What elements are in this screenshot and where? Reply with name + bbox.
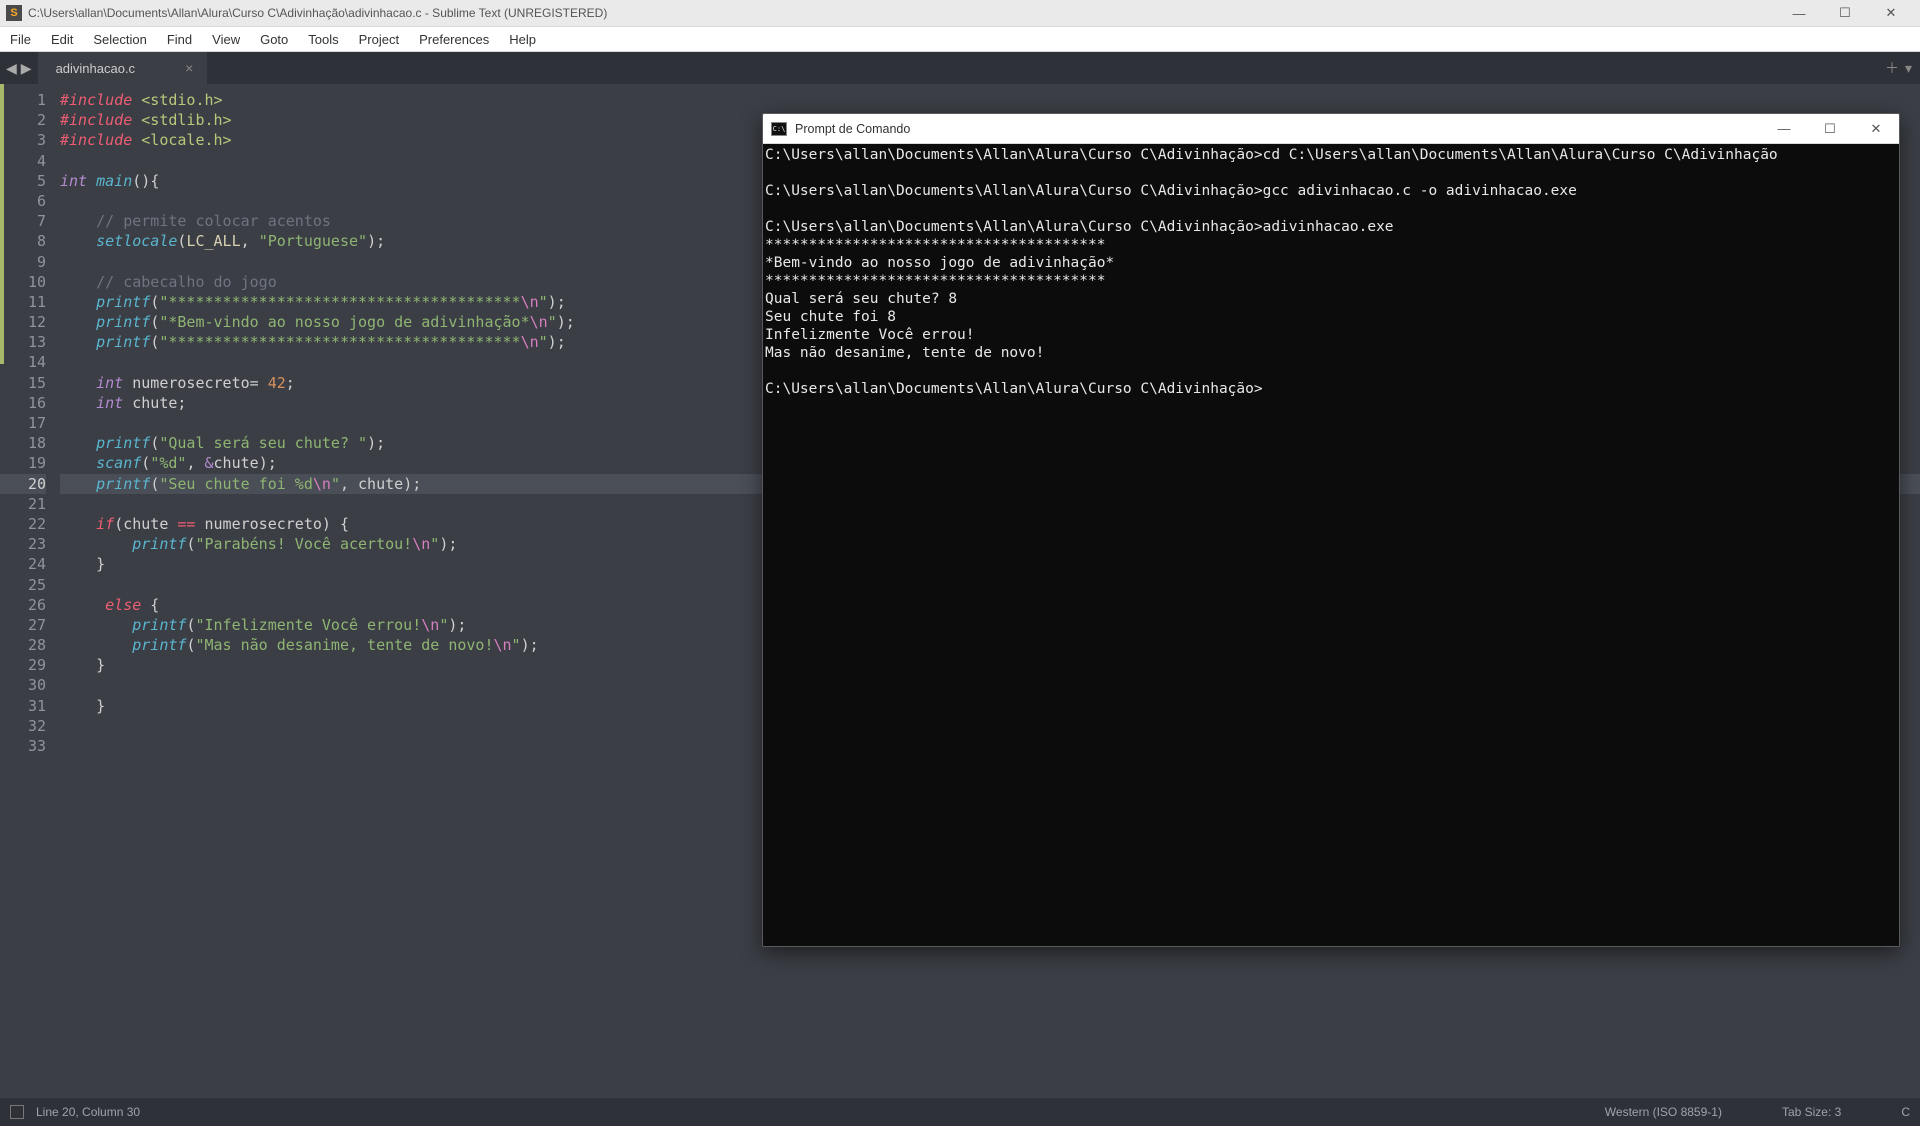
cmd-body[interactable]: C:\Users\allan\Documents\Allan\Alura\Cur… [763,144,1899,946]
sublime-icon: S [6,5,22,21]
menu-file[interactable]: File [0,27,41,51]
menu-help[interactable]: Help [499,27,546,51]
menu-edit[interactable]: Edit [41,27,83,51]
cmd-close-button[interactable]: ✕ [1853,114,1899,144]
command-prompt-window[interactable]: C:\ Prompt de Comando — ☐ ✕ C:\Users\all… [762,113,1900,947]
minimize-button[interactable]: — [1776,0,1822,26]
menubar: File Edit Selection Find View Goto Tools… [0,26,1920,52]
encoding-label[interactable]: Western (ISO 8859-1) [1605,1105,1722,1119]
tabbar: ◀▶ adivinhacao.c × ＋ ▾ [0,52,1920,84]
tab-dropdown-icon[interactable]: ▾ [1905,60,1912,77]
titlebar: S C:\Users\allan\Documents\Allan\Alura\C… [0,0,1920,26]
cmd-titlebar[interactable]: C:\ Prompt de Comando — ☐ ✕ [763,114,1899,144]
window-title: C:\Users\allan\Documents\Allan\Alura\Cur… [28,6,1776,20]
menu-selection[interactable]: Selection [83,27,156,51]
menu-tools[interactable]: Tools [298,27,348,51]
cmd-title: Prompt de Comando [795,122,1761,136]
tab-close-icon[interactable]: × [185,60,193,76]
cursor-position: Line 20, Column 30 [36,1105,140,1119]
gutter: 1234567891011121314151617181920212223242… [0,84,56,1098]
window-controls: — ☐ ✕ [1776,0,1914,26]
syntax-label[interactable]: C [1901,1105,1910,1119]
maximize-button[interactable]: ☐ [1822,0,1868,26]
tab-size-label[interactable]: Tab Size: 3 [1782,1105,1841,1119]
tab-label: adivinhacao.c [56,61,136,76]
cmd-icon: C:\ [771,122,787,136]
panel-toggle-icon[interactable] [10,1105,24,1119]
cmd-maximize-button[interactable]: ☐ [1807,114,1853,144]
cmd-minimize-button[interactable]: — [1761,114,1807,144]
statusbar: Line 20, Column 30 Western (ISO 8859-1) … [0,1098,1920,1126]
menu-preferences[interactable]: Preferences [409,27,499,51]
menu-view[interactable]: View [202,27,250,51]
tab-nav-arrows[interactable]: ◀▶ [0,52,38,84]
menu-goto[interactable]: Goto [250,27,298,51]
menu-find[interactable]: Find [157,27,202,51]
new-tab-icon[interactable]: ＋ [1885,58,1899,78]
menu-project[interactable]: Project [349,27,409,51]
tab-adivinhacao[interactable]: adivinhacao.c × [38,52,209,84]
close-button[interactable]: ✕ [1868,0,1914,26]
